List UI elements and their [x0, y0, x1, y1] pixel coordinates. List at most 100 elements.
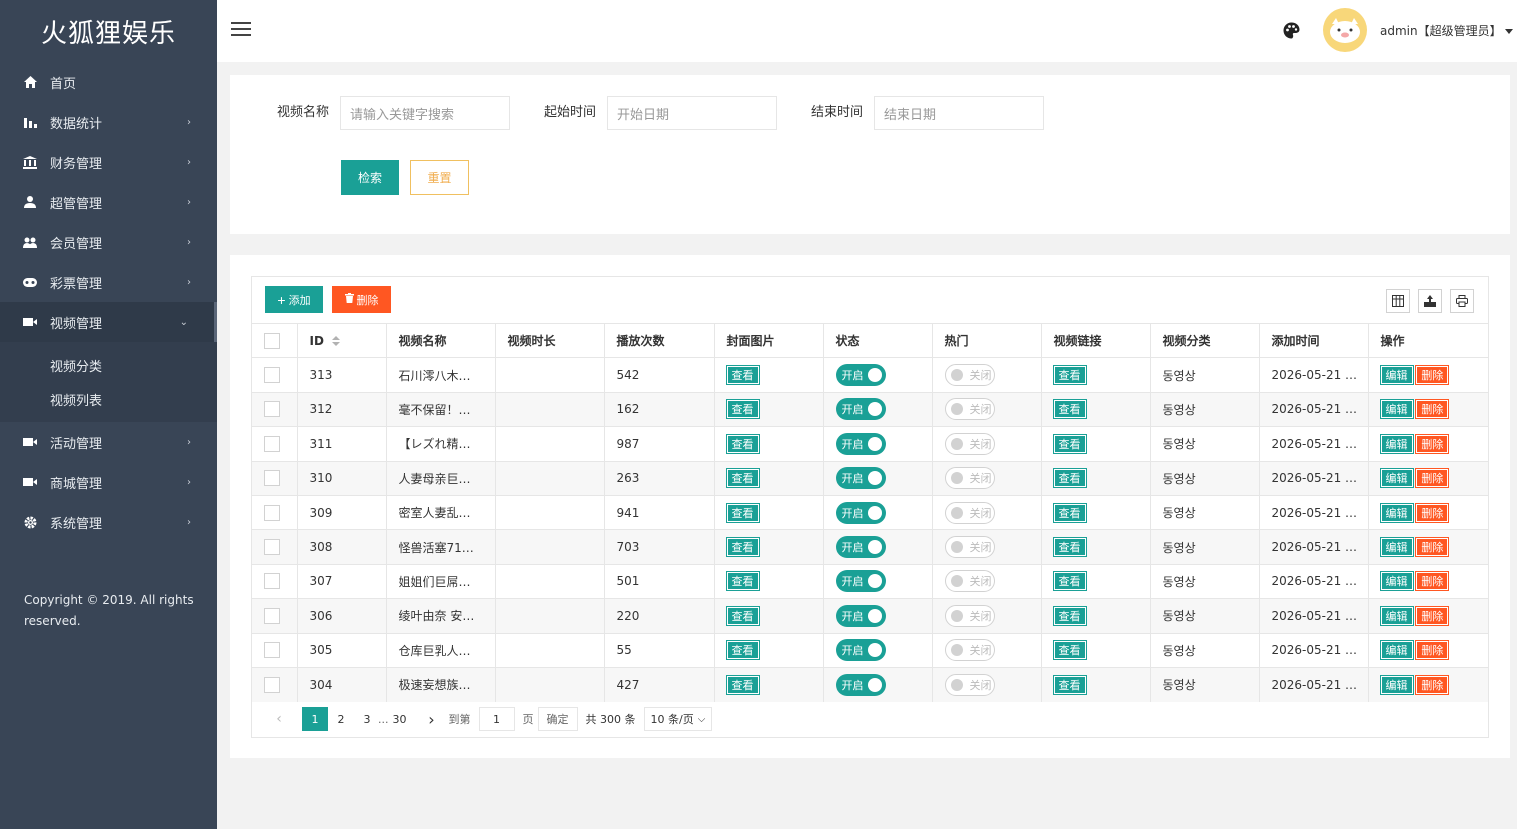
- view-link-button[interactable]: 查看: [1053, 469, 1086, 488]
- end-date-input[interactable]: 结束日期: [874, 96, 1044, 130]
- hot-toggle[interactable]: 关闭: [944, 398, 995, 421]
- page-1[interactable]: 1: [302, 707, 328, 731]
- avatar[interactable]: [1323, 8, 1367, 52]
- view-link-button[interactable]: 查看: [1053, 675, 1086, 694]
- video-name-input[interactable]: 请输入关键字搜索: [340, 96, 510, 130]
- status-toggle[interactable]: 开启: [835, 536, 886, 559]
- edit-button[interactable]: 编辑: [1380, 469, 1413, 488]
- sidebar-item-admin[interactable]: 超管管理 ›: [0, 182, 217, 222]
- sidebar-item-home[interactable]: 首页: [0, 62, 217, 102]
- sidebar-item-stats[interactable]: 数据统计 ›: [0, 102, 217, 142]
- view-link-button[interactable]: 查看: [1053, 503, 1086, 522]
- edit-button[interactable]: 编辑: [1380, 400, 1413, 419]
- view-link-button[interactable]: 查看: [1053, 606, 1086, 625]
- hot-toggle[interactable]: 关闭: [944, 673, 995, 696]
- print-icon[interactable]: [1450, 289, 1474, 313]
- sidebar-item-shop[interactable]: 商城管理 ›: [0, 462, 217, 502]
- row-checkbox[interactable]: [264, 642, 280, 659]
- row-checkbox[interactable]: [264, 539, 280, 556]
- view-cover-button[interactable]: 查看: [726, 606, 759, 625]
- reset-button[interactable]: 重置: [410, 160, 469, 195]
- view-link-button[interactable]: 查看: [1053, 434, 1086, 453]
- goto-page-input[interactable]: 1: [478, 707, 515, 731]
- add-button[interactable]: + 添加: [265, 286, 323, 313]
- edit-button[interactable]: 编辑: [1380, 503, 1413, 522]
- search-button[interactable]: 检索: [341, 160, 399, 195]
- hot-toggle[interactable]: 关闭: [944, 364, 995, 387]
- view-cover-button[interactable]: 查看: [726, 572, 759, 591]
- view-link-button[interactable]: 查看: [1053, 572, 1086, 591]
- row-checkbox[interactable]: [264, 401, 280, 418]
- batch-delete-button[interactable]: 删除: [332, 286, 391, 313]
- columns-filter-icon[interactable]: [1386, 289, 1410, 313]
- delete-row-button[interactable]: 删除: [1416, 469, 1449, 488]
- view-cover-button[interactable]: 查看: [726, 366, 759, 385]
- sidebar-item-finance[interactable]: 财务管理 ›: [0, 142, 217, 182]
- status-toggle[interactable]: 开启: [835, 501, 886, 524]
- menu-toggle-icon[interactable]: [231, 22, 251, 38]
- hot-toggle[interactable]: 关闭: [944, 604, 995, 627]
- delete-row-button[interactable]: 删除: [1416, 434, 1449, 453]
- edit-button[interactable]: 编辑: [1380, 641, 1413, 660]
- hot-toggle[interactable]: 关闭: [944, 432, 995, 455]
- start-date-input[interactable]: 开始日期: [607, 96, 777, 130]
- sort-icon[interactable]: [331, 336, 340, 347]
- palette-icon[interactable]: [1283, 22, 1300, 39]
- status-toggle[interactable]: 开启: [835, 364, 886, 387]
- view-link-button[interactable]: 查看: [1053, 538, 1086, 557]
- sidebar-item-lottery[interactable]: 彩票管理 ›: [0, 262, 217, 302]
- sidebar-item-members[interactable]: 会员管理 ›: [0, 222, 217, 262]
- view-link-button[interactable]: 查看: [1053, 400, 1086, 419]
- sidebar-subitem-video-category[interactable]: 视频分类: [0, 348, 217, 382]
- view-cover-button[interactable]: 查看: [726, 641, 759, 660]
- row-checkbox[interactable]: [264, 573, 280, 590]
- row-checkbox[interactable]: [264, 435, 280, 452]
- edit-button[interactable]: 编辑: [1380, 434, 1413, 453]
- status-toggle[interactable]: 开启: [835, 467, 886, 490]
- row-checkbox[interactable]: [264, 470, 280, 487]
- page-3[interactable]: 3: [354, 707, 380, 731]
- view-cover-button[interactable]: 查看: [726, 538, 759, 557]
- view-cover-button[interactable]: 查看: [726, 400, 759, 419]
- edit-button[interactable]: 编辑: [1380, 675, 1413, 694]
- goto-confirm-button[interactable]: 确定: [537, 707, 578, 731]
- delete-row-button[interactable]: 删除: [1416, 606, 1449, 625]
- prev-page-icon[interactable]: ‹: [266, 707, 292, 731]
- view-cover-button[interactable]: 查看: [726, 434, 759, 453]
- per-page-select[interactable]: 10 条/页 ⌵: [643, 707, 713, 731]
- status-toggle[interactable]: 开启: [835, 673, 886, 696]
- delete-row-button[interactable]: 删除: [1416, 641, 1449, 660]
- col-id[interactable]: ID: [297, 322, 387, 358]
- status-toggle[interactable]: 开启: [835, 570, 886, 593]
- sidebar-item-activity[interactable]: 活动管理 ›: [0, 422, 217, 462]
- hot-toggle[interactable]: 关闭: [944, 467, 995, 490]
- sidebar-subitem-video-list[interactable]: 视频列表: [0, 382, 217, 416]
- hot-toggle[interactable]: 关闭: [944, 501, 995, 524]
- view-link-button[interactable]: 查看: [1053, 641, 1086, 660]
- hot-toggle[interactable]: 关闭: [944, 639, 995, 662]
- page-2[interactable]: 2: [328, 707, 354, 731]
- status-toggle[interactable]: 开启: [835, 398, 886, 421]
- delete-row-button[interactable]: 删除: [1416, 400, 1449, 419]
- hot-toggle[interactable]: 关闭: [944, 570, 995, 593]
- status-toggle[interactable]: 开启: [835, 639, 886, 662]
- edit-button[interactable]: 编辑: [1380, 572, 1413, 591]
- view-link-button[interactable]: 查看: [1053, 366, 1086, 385]
- delete-row-button[interactable]: 删除: [1416, 538, 1449, 557]
- user-menu[interactable]: admin【超级管理员】: [1380, 22, 1513, 39]
- status-toggle[interactable]: 开启: [835, 432, 886, 455]
- edit-button[interactable]: 编辑: [1380, 366, 1413, 385]
- view-cover-button[interactable]: 查看: [726, 675, 759, 694]
- edit-button[interactable]: 编辑: [1380, 538, 1413, 557]
- page-30[interactable]: 30: [387, 707, 413, 731]
- status-toggle[interactable]: 开启: [835, 604, 886, 627]
- sidebar-item-video[interactable]: 视频管理 ⌄: [0, 302, 217, 342]
- row-checkbox[interactable]: [264, 367, 280, 384]
- sidebar-item-system[interactable]: 系统管理 ›: [0, 502, 217, 542]
- row-checkbox[interactable]: [264, 607, 280, 624]
- hot-toggle[interactable]: 关闭: [944, 536, 995, 559]
- next-page-icon[interactable]: ›: [419, 707, 445, 731]
- delete-row-button[interactable]: 删除: [1416, 366, 1449, 385]
- delete-row-button[interactable]: 删除: [1416, 675, 1449, 694]
- delete-row-button[interactable]: 删除: [1416, 572, 1449, 591]
